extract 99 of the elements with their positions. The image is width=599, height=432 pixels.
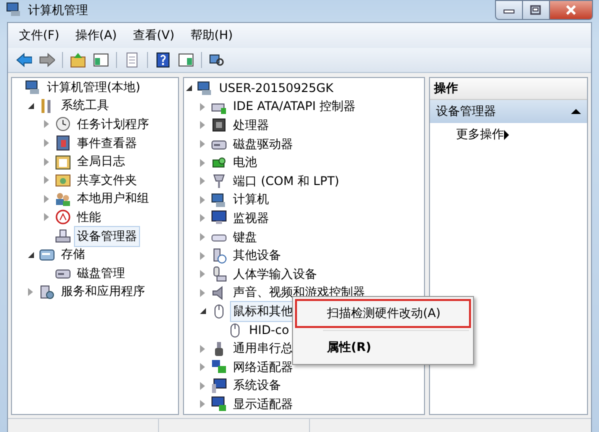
- unknown-device-icon: [211, 248, 227, 264]
- port-icon: [211, 173, 227, 190]
- expand-arrow-icon[interactable]: [200, 214, 205, 222]
- back-arrow-icon: [16, 52, 32, 68]
- pane-header: 操作: [430, 78, 587, 100]
- tree-item[interactable]: 系统设备: [230, 375, 284, 396]
- close-button[interactable]: [549, 0, 593, 20]
- section-title: 设备管理器: [436, 103, 496, 120]
- shared-folder-icon: [55, 172, 71, 188]
- tree-item[interactable]: 性能: [74, 206, 104, 228]
- monitor-icon: [211, 210, 227, 226]
- expand-arrow-icon[interactable]: [200, 288, 205, 297]
- folder-up-icon: [70, 52, 86, 68]
- gauge-icon: [55, 209, 71, 226]
- menu-item[interactable]: 扫描检测硬件改动(A): [295, 299, 471, 328]
- collapse-arrow-icon[interactable]: [571, 109, 581, 114]
- action-item[interactable]: 更多操作: [430, 123, 587, 146]
- back-button[interactable]: [14, 50, 34, 70]
- help-icon: [155, 52, 171, 68]
- section-header[interactable]: 设备管理器: [430, 100, 587, 123]
- expand-arrow-icon[interactable]: [200, 270, 205, 278]
- menu-item[interactable]: 操作(A): [68, 25, 124, 46]
- tree-item[interactable]: 端口 (COM 和 LPT): [230, 170, 342, 192]
- menu-item[interactable]: 帮助(H): [183, 25, 240, 46]
- expand-arrow-icon[interactable]: [200, 344, 205, 353]
- forward-arrow-icon: [39, 52, 55, 68]
- tree-item[interactable]: 其他设备: [230, 245, 284, 266]
- menu-item[interactable]: 属性(R): [295, 333, 471, 362]
- menu-item[interactable]: 查看(V): [126, 25, 182, 46]
- expand-arrow-icon[interactable]: [28, 288, 33, 296]
- window-title: 计算机管理: [28, 2, 88, 18]
- tree-item[interactable]: 设备管理器: [74, 226, 140, 247]
- tree-item[interactable]: 事件查看器: [74, 132, 140, 154]
- minimize-button[interactable]: [495, 0, 523, 20]
- services-icon: [39, 284, 55, 300]
- expand-arrow-icon[interactable]: [44, 176, 49, 184]
- tree-item[interactable]: 网络适配器: [230, 356, 296, 378]
- tree-item[interactable]: HID-co: [246, 321, 292, 340]
- tree-item[interactable]: 显示适配器: [230, 394, 296, 414]
- expand-arrow-icon[interactable]: [200, 252, 205, 260]
- tree-item[interactable]: 磁盘管理: [74, 262, 128, 284]
- system-device-icon: [211, 378, 227, 394]
- tree-item[interactable]: 存储: [58, 244, 88, 266]
- tree-item[interactable]: 通用串行总: [230, 338, 296, 360]
- tree-item[interactable]: USER-20150925GK: [216, 79, 336, 98]
- tree-item[interactable]: 处理器: [230, 114, 272, 136]
- panel-icon: [93, 52, 109, 68]
- clock-icon: [55, 116, 71, 132]
- expand-arrow-icon[interactable]: [200, 363, 205, 372]
- tree-item[interactable]: 本地用户和组: [74, 188, 152, 210]
- computer-icon: [211, 192, 227, 208]
- expand-arrow-icon[interactable]: [44, 139, 49, 148]
- tree-item[interactable]: 共享文件夹: [74, 170, 140, 191]
- tree-item[interactable]: IDE ATA/ATAPI 控制器: [230, 96, 359, 118]
- expand-arrow-icon[interactable]: [200, 400, 205, 408]
- tree-item[interactable]: 服务和应用程序: [58, 281, 148, 302]
- computer-icon: [6, 0, 22, 16]
- restore-icon: [530, 5, 542, 15]
- computer-search-icon: [209, 52, 225, 68]
- document-icon: [124, 52, 140, 68]
- expand-arrow-icon[interactable]: [200, 140, 205, 148]
- maximize-button[interactable]: [522, 0, 550, 20]
- users-icon: [55, 190, 71, 207]
- close-icon: [565, 5, 577, 15]
- expand-arrow-icon[interactable]: [44, 194, 49, 203]
- expand-arrow-icon[interactable]: [200, 121, 205, 130]
- forward-button[interactable]: [37, 50, 57, 70]
- storage-icon: [39, 246, 55, 263]
- device-manager-icon: [55, 228, 71, 244]
- calendar-icon: [55, 154, 71, 170]
- processor-icon: [211, 117, 227, 134]
- tree-item[interactable]: 键盘: [230, 226, 260, 248]
- collapse-arrow-icon[interactable]: [28, 102, 34, 109]
- expand-arrow-icon[interactable]: [200, 158, 205, 167]
- tree-item[interactable]: 任务计划程序: [74, 114, 152, 135]
- tree-item[interactable]: 电池: [230, 152, 260, 174]
- expand-arrow-icon[interactable]: [44, 213, 49, 222]
- panel-icon: [178, 52, 194, 68]
- expand-arrow-icon[interactable]: [200, 196, 205, 204]
- computer-icon: [197, 80, 213, 96]
- display-adapter-icon: [211, 396, 227, 412]
- expand-arrow-icon[interactable]: [44, 120, 49, 128]
- expand-arrow-icon[interactable]: [200, 177, 205, 186]
- tree-item[interactable]: 全局日志: [74, 151, 128, 172]
- menu-item[interactable]: 文件(F): [12, 25, 66, 46]
- network-icon: [211, 359, 227, 376]
- expand-arrow-icon[interactable]: [200, 102, 205, 111]
- tree-item[interactable]: 计算机管理(本地): [44, 78, 144, 98]
- tree-item[interactable]: 磁盘驱动器: [230, 134, 296, 155]
- tree-item[interactable]: 计算机: [230, 189, 272, 210]
- tree-item[interactable]: 系统工具: [58, 95, 112, 116]
- collapse-arrow-icon[interactable]: [200, 308, 206, 314]
- tree-item[interactable]: 监视器: [230, 208, 272, 229]
- expand-arrow-icon[interactable]: [200, 382, 205, 390]
- log-book-icon: [55, 135, 71, 152]
- tree-item[interactable]: 人体学输入设备: [230, 264, 320, 285]
- expand-arrow-icon[interactable]: [44, 158, 49, 166]
- expand-arrow-icon[interactable]: [200, 233, 205, 242]
- input-device-icon: [211, 266, 227, 282]
